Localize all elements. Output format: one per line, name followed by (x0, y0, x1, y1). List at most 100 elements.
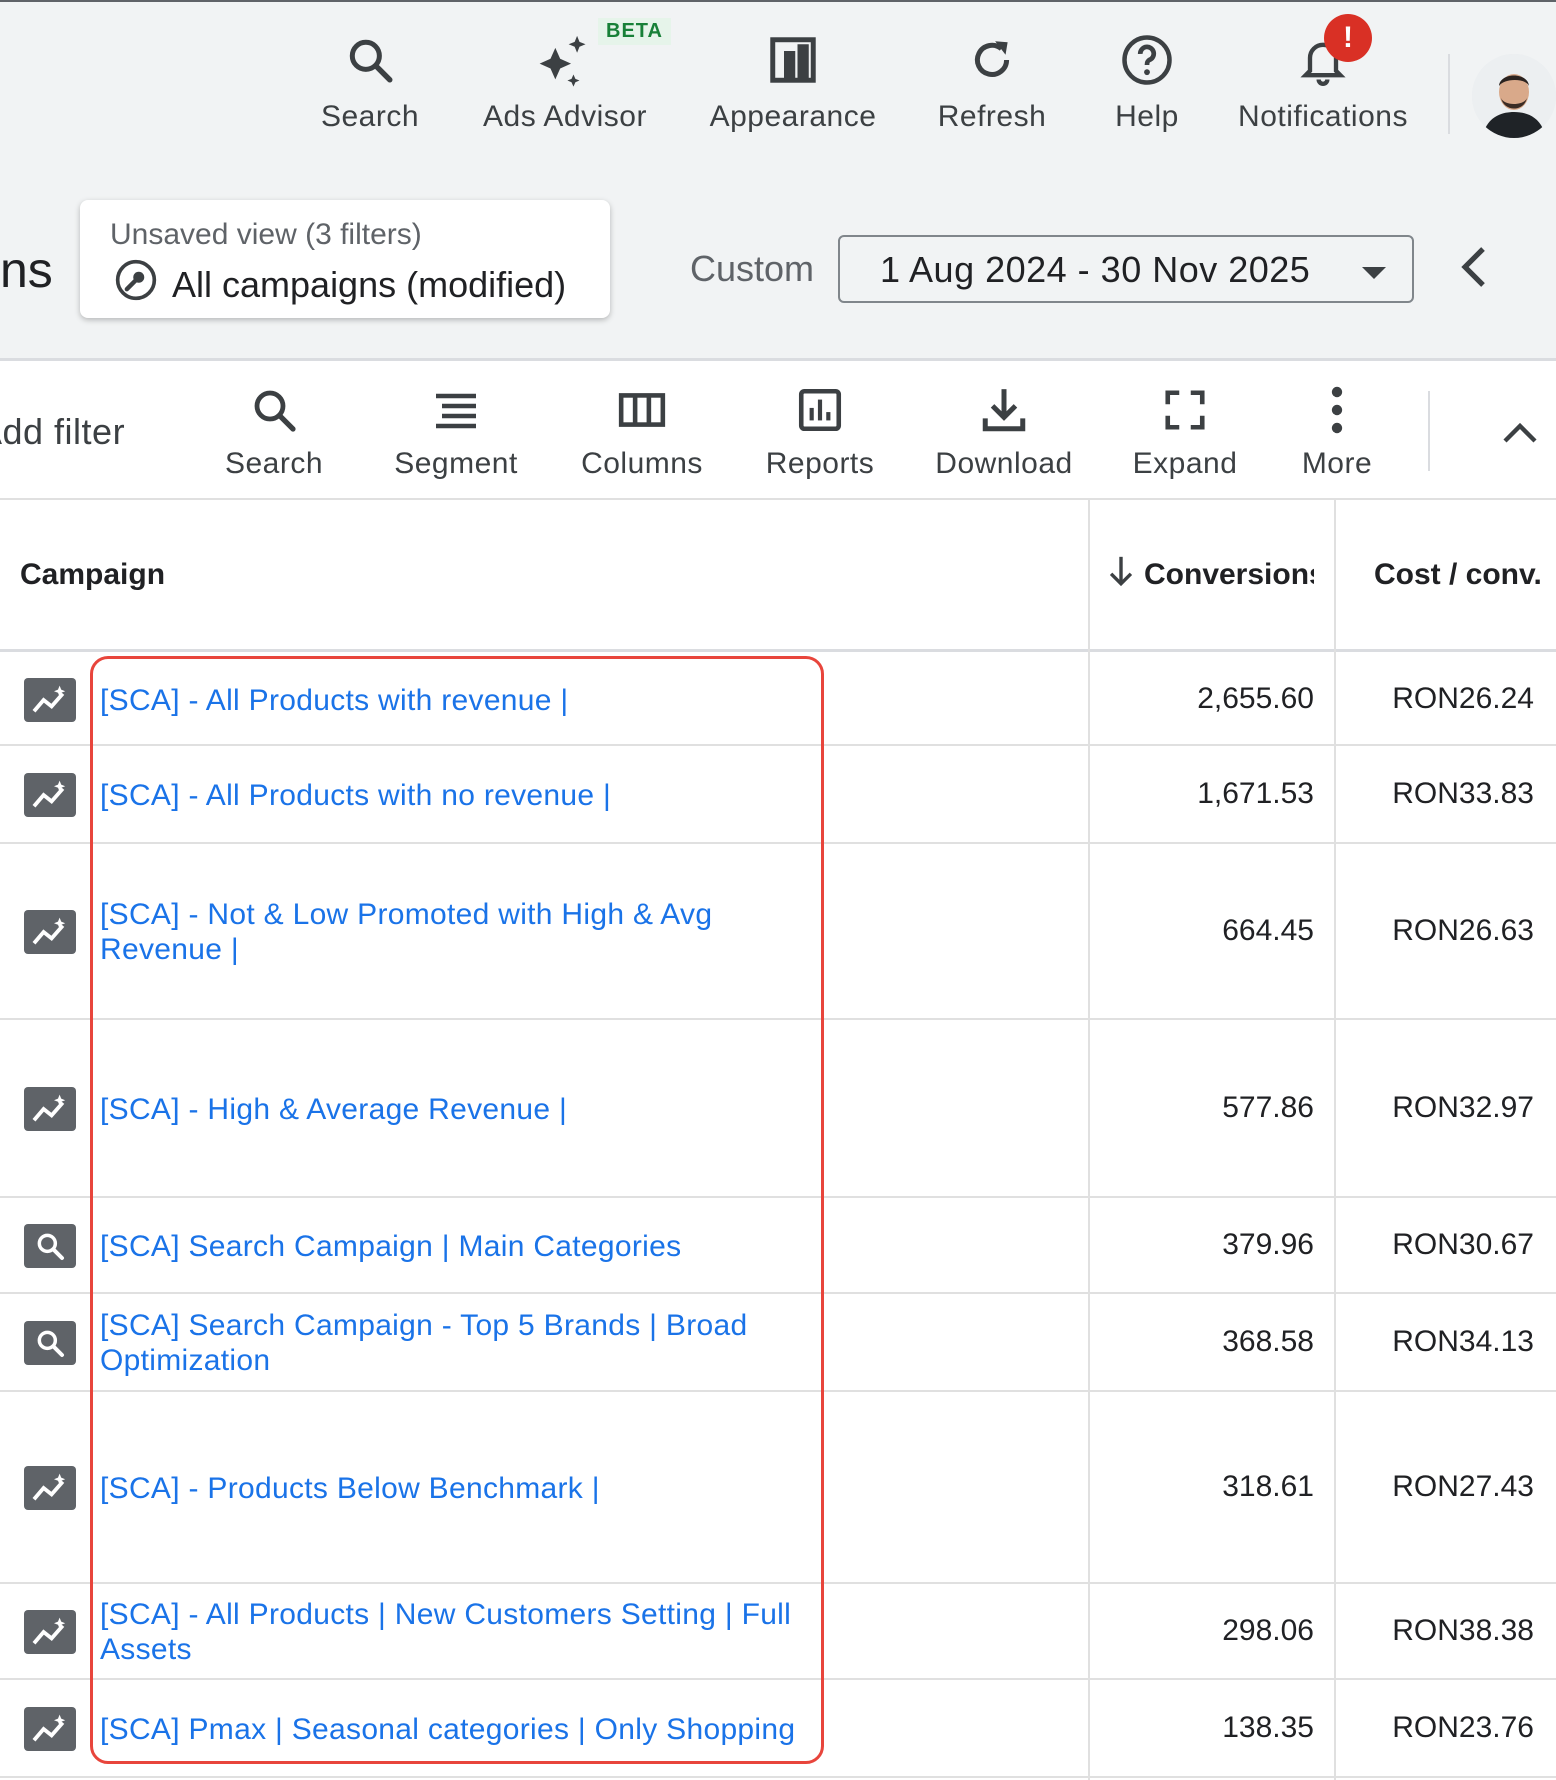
view-title: All campaigns (modified) (172, 263, 567, 305)
performance-max-icon (24, 1610, 76, 1654)
campaign-name-link[interactable]: [SCA] - All Products | New Customers Set… (100, 1597, 800, 1667)
campaign-name-link[interactable]: [SCA] - All Products with revenue | (100, 683, 800, 718)
chevron-up-icon[interactable] (1500, 413, 1540, 454)
avatar[interactable] (1472, 54, 1556, 138)
cost-per-conv-cell: RON23.76 (1392, 1711, 1534, 1744)
conversions-cell: 138.35 (1222, 1711, 1314, 1744)
top-search-button[interactable]: Search (310, 30, 430, 134)
search-campaign-icon (24, 1224, 76, 1268)
cost-per-conv-cell: RON32.97 (1392, 1091, 1534, 1124)
add-filter-label: Add filter (0, 411, 126, 452)
refresh-label: Refresh (937, 100, 1047, 133)
expand-icon (1132, 383, 1238, 437)
cost-per-conv-cell: RON33.83 (1392, 777, 1534, 810)
search-campaign-icon (24, 1321, 76, 1365)
appearance-icon (706, 30, 880, 90)
divider (1428, 391, 1430, 471)
table-row: [SCA] Search Campaign - Top 5 Brands | B… (0, 1294, 1556, 1392)
columns-icon (578, 383, 706, 437)
sort-arrow-down-icon (1106, 554, 1136, 596)
reports-icon (762, 383, 878, 437)
beta-badge: BETA (598, 18, 671, 45)
table-row: [SCA] - Products Below Benchmark | 318.61… (0, 1392, 1556, 1584)
ads-advisor-label: Ads Advisor (483, 100, 647, 133)
help-label: Help (1115, 100, 1179, 133)
help-icon (1104, 30, 1190, 90)
conversions-cell: 1,671.53 (1197, 777, 1314, 810)
conversions-cell: 298.06 (1222, 1614, 1314, 1647)
refresh-icon (932, 30, 1052, 90)
performance-max-icon (24, 1707, 76, 1751)
performance-max-icon (24, 1087, 76, 1131)
table-row: [SCA] - Not & Low Promoted with High & A… (0, 844, 1556, 1020)
column-header-cost-per-conv[interactable]: Cost / conv. (1374, 558, 1542, 592)
columns-label: Columns (581, 447, 703, 480)
campaign-name-link[interactable]: [SCA] - Products Below Benchmark | (100, 1471, 800, 1506)
date-preset-label: Custom (690, 248, 815, 289)
bell-icon (1228, 30, 1418, 90)
performance-max-icon (24, 678, 76, 722)
divider (1448, 54, 1450, 134)
cost-per-conv-cell: RON30.67 (1392, 1228, 1534, 1261)
search-icon (222, 383, 326, 437)
campaign-name-link[interactable]: [SCA] - Not & Low Promoted with High & A… (100, 897, 800, 967)
ads-advisor-button[interactable]: Ads Advisor (478, 30, 652, 134)
notifications-button[interactable]: Notifications (1228, 30, 1418, 134)
date-range-value: 1 Aug 2024 - 30 Nov 2025 (880, 249, 1311, 290)
column-header-conversions[interactable]: Conversions (1106, 554, 1314, 596)
download-button[interactable]: Download (934, 383, 1074, 481)
search-icon (310, 30, 430, 90)
reports-label: Reports (765, 447, 875, 480)
campaign-name-link[interactable]: [SCA] Search Campaign | Main Categories (100, 1229, 800, 1264)
conversions-cell: 368.58 (1222, 1325, 1314, 1358)
table-row: [SCA] - High & Average Revenue | 577.86 RO… (0, 1020, 1556, 1198)
top-search-label: Search (320, 100, 420, 133)
help-button[interactable]: Help (1104, 30, 1190, 134)
expand-label: Expand (1132, 447, 1238, 480)
table-row: [SCA] - All Products | New Customers Set… (0, 1584, 1556, 1680)
performance-max-icon (24, 910, 76, 954)
conversions-cell: 2,655.60 (1197, 682, 1314, 715)
segment-icon (390, 383, 522, 437)
download-label: Download (935, 447, 1073, 480)
date-range-picker[interactable]: 1 Aug 2024 - 30 Nov 2025 (838, 235, 1414, 303)
cost-per-conv-cell: RON26.63 (1392, 914, 1534, 947)
download-icon (934, 383, 1074, 437)
page-title: ns (0, 242, 53, 298)
view-icon (114, 258, 158, 311)
conversions-cell: 664.45 (1222, 914, 1314, 947)
more-button[interactable]: More (1298, 383, 1376, 481)
expand-button[interactable]: Expand (1132, 383, 1238, 481)
notifications-label: Notifications (1238, 100, 1408, 133)
more-vert-icon (1298, 383, 1376, 437)
conversions-cell: 577.86 (1222, 1091, 1314, 1124)
campaign-name-link[interactable]: [SCA] Search Campaign - Top 5 Brands | B… (100, 1308, 800, 1378)
campaign-name-link[interactable]: [SCA] - All Products with no revenue | (100, 778, 800, 813)
cost-per-conv-cell: RON27.43 (1392, 1470, 1534, 1503)
table-search-button[interactable]: Search (222, 383, 326, 481)
cost-per-conv-cell: RON26.24 (1392, 682, 1534, 715)
cost-per-conv-cell: RON34.13 (1392, 1325, 1534, 1358)
appearance-button[interactable]: Appearance (706, 30, 880, 134)
top-bar: Search Ads Advisor BETA Appearance Refre… (0, 0, 1556, 360)
refresh-button[interactable]: Refresh (932, 30, 1052, 134)
table-search-label: Search (224, 447, 324, 480)
conversions-header-label: Conversions (1144, 558, 1314, 591)
appearance-label: Appearance (709, 100, 877, 133)
dropdown-arrow-icon (1362, 267, 1386, 279)
performance-max-icon (24, 773, 76, 817)
saved-view-selector[interactable]: Unsaved view (3 filters) All campaigns (… (80, 200, 610, 318)
segment-button[interactable]: Segment (390, 383, 522, 481)
table-row: [SCA] - All Products with revenue | 2,655… (0, 654, 1556, 746)
table-header: Campaign Conversions Cost / conv. (0, 500, 1556, 652)
campaign-name-link[interactable]: [SCA] - High & Average Revenue | (100, 1092, 800, 1127)
conversions-cell: 379.96 (1222, 1228, 1314, 1261)
reports-button[interactable]: Reports (762, 383, 878, 481)
chevron-left-icon[interactable] (1455, 242, 1495, 297)
add-filter-button[interactable]: Add filter (0, 411, 125, 453)
conversions-cell: 318.61 (1222, 1470, 1314, 1503)
column-header-campaign[interactable]: Campaign (20, 558, 165, 592)
columns-button[interactable]: Columns (578, 383, 706, 481)
segment-label: Segment (394, 447, 518, 480)
campaign-name-link[interactable]: [SCA] Pmax | Seasonal categories | Only … (100, 1712, 800, 1747)
